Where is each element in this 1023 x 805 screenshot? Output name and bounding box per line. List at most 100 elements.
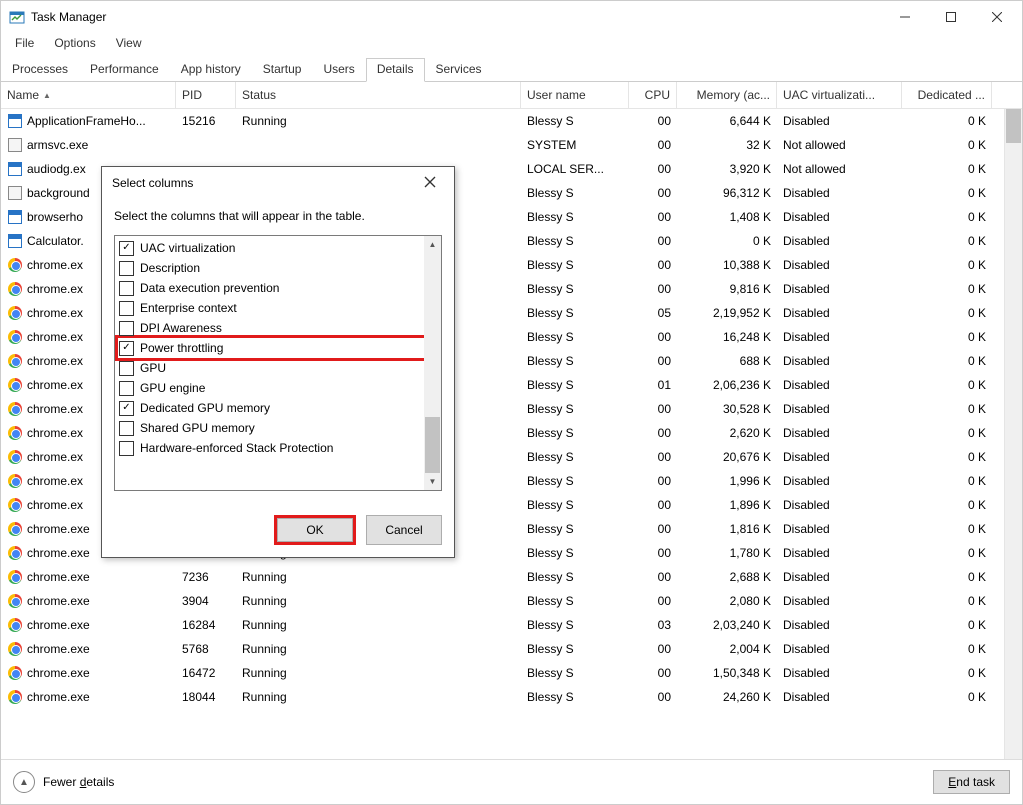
checkbox-icon[interactable] <box>119 421 134 436</box>
checkbox-icon[interactable] <box>119 441 134 456</box>
tab-details[interactable]: Details <box>366 58 425 82</box>
menu-view[interactable]: View <box>108 34 150 52</box>
column-option[interactable]: Dedicated GPU memory <box>115 398 441 418</box>
column-option-label: Enterprise context <box>140 301 237 315</box>
column-option[interactable]: Description <box>115 258 441 278</box>
cell-memory: 30,528 K <box>677 402 777 416</box>
menu-options[interactable]: Options <box>46 34 103 52</box>
cell-dedicated: 0 K <box>902 186 992 200</box>
cell-dedicated: 0 K <box>902 642 992 656</box>
cell-cpu: 00 <box>629 138 677 152</box>
header-cpu[interactable]: CPU <box>629 82 677 108</box>
process-name: chrome.ex <box>27 258 83 272</box>
checkbox-icon[interactable] <box>119 241 134 256</box>
process-icon <box>7 257 23 273</box>
cell-dedicated: 0 K <box>902 690 992 704</box>
cell-uac: Disabled <box>777 618 902 632</box>
cell-cpu: 00 <box>629 282 677 296</box>
cell-uac: Disabled <box>777 258 902 272</box>
minimize-button[interactable] <box>882 1 928 33</box>
cell-memory: 0 K <box>677 234 777 248</box>
header-memory[interactable]: Memory (ac... <box>677 82 777 108</box>
fewer-details-button[interactable]: ▲ Fewer details <box>13 771 114 793</box>
checkbox-icon[interactable] <box>119 301 134 316</box>
header-name[interactable]: Name▲ <box>1 82 176 108</box>
tab-processes[interactable]: Processes <box>1 58 79 82</box>
cell-dedicated: 0 K <box>902 138 992 152</box>
tab-performance[interactable]: Performance <box>79 58 170 82</box>
cell-user: Blessy S <box>521 570 629 584</box>
scroll-up-arrow-icon[interactable]: ▲ <box>424 236 441 253</box>
maximize-button[interactable] <box>928 1 974 33</box>
cell-cpu: 00 <box>629 546 677 560</box>
columns-listbox[interactable]: UAC virtualizationDescription Data execut… <box>114 235 442 491</box>
cell-user: Blessy S <box>521 642 629 656</box>
menu-file[interactable]: File <box>7 34 42 52</box>
cancel-button[interactable]: Cancel <box>366 515 442 545</box>
tab-users[interactable]: Users <box>312 58 365 82</box>
column-option[interactable]: Hardware-enforced Stack Protection <box>115 438 441 458</box>
checkbox-icon[interactable] <box>119 361 134 376</box>
table-row[interactable]: armsvc.exeSYSTEM0032 KNot allowed0 K <box>1 133 1022 157</box>
checkbox-icon[interactable] <box>119 321 134 336</box>
close-button[interactable] <box>974 1 1020 33</box>
tab-startup[interactable]: Startup <box>252 58 313 82</box>
column-option[interactable]: GPU engine <box>115 378 441 398</box>
tab-app-history[interactable]: App history <box>170 58 252 82</box>
header-user[interactable]: User name <box>521 82 629 108</box>
cell-cpu: 00 <box>629 642 677 656</box>
cell-uac: Disabled <box>777 690 902 704</box>
listbox-scroll-thumb[interactable] <box>425 417 440 473</box>
cell-dedicated: 0 K <box>902 282 992 296</box>
cell-memory: 1,780 K <box>677 546 777 560</box>
header-uac[interactable]: UAC virtualizati... <box>777 82 902 108</box>
header-dedicated[interactable]: Dedicated ... <box>902 82 992 108</box>
cell-dedicated: 0 K <box>902 234 992 248</box>
cell-dedicated: 0 K <box>902 474 992 488</box>
cell-cpu: 00 <box>629 330 677 344</box>
scroll-thumb[interactable] <box>1006 109 1021 143</box>
cell-uac: Disabled <box>777 642 902 656</box>
column-option[interactable]: Enterprise context <box>115 298 441 318</box>
table-row[interactable]: ApplicationFrameHo...15216RunningBlessy … <box>1 109 1022 133</box>
cell-dedicated: 0 K <box>902 618 992 632</box>
cell-memory: 6,644 K <box>677 114 777 128</box>
ok-button[interactable]: OK <box>277 518 353 542</box>
table-row[interactable]: chrome.exe5768RunningBlessy S002,004 KDi… <box>1 637 1022 661</box>
cell-uac: Disabled <box>777 330 902 344</box>
cell-uac: Not allowed <box>777 162 902 176</box>
column-option[interactable]: Shared GPU memory <box>115 418 441 438</box>
table-row[interactable]: chrome.exe7236RunningBlessy S002,688 KDi… <box>1 565 1022 589</box>
cell-status: Running <box>236 114 521 128</box>
table-row[interactable]: chrome.exe18044RunningBlessy S0024,260 K… <box>1 685 1022 709</box>
cell-user: Blessy S <box>521 234 629 248</box>
checkbox-icon[interactable] <box>119 261 134 276</box>
vertical-scrollbar[interactable] <box>1004 109 1022 759</box>
column-option[interactable]: Data execution prevention <box>115 278 441 298</box>
checkbox-icon[interactable] <box>119 401 134 416</box>
header-status[interactable]: Status <box>236 82 521 108</box>
checkbox-icon[interactable] <box>119 281 134 296</box>
column-option[interactable]: UAC virtualization <box>115 238 441 258</box>
process-name: audiodg.ex <box>27 162 86 176</box>
cell-uac: Disabled <box>777 402 902 416</box>
checkbox-icon[interactable] <box>119 341 134 356</box>
cell-cpu: 00 <box>629 522 677 536</box>
listbox-scrollbar[interactable]: ▲ ▼ <box>424 236 441 490</box>
checkbox-icon[interactable] <box>119 381 134 396</box>
end-task-button[interactable]: End task <box>933 770 1010 794</box>
tab-services[interactable]: Services <box>425 58 493 82</box>
cell-memory: 2,620 K <box>677 426 777 440</box>
scroll-down-arrow-icon[interactable]: ▼ <box>424 473 441 490</box>
table-row[interactable]: chrome.exe16284RunningBlessy S032,03,240… <box>1 613 1022 637</box>
dialog-close-button[interactable] <box>416 171 444 195</box>
cell-dedicated: 0 K <box>902 498 992 512</box>
column-option[interactable]: GPU <box>115 358 441 378</box>
process-name: chrome.ex <box>27 402 83 416</box>
column-option-label: Data execution prevention <box>140 281 279 295</box>
header-pid[interactable]: PID <box>176 82 236 108</box>
table-row[interactable]: chrome.exe3904RunningBlessy S002,080 KDi… <box>1 589 1022 613</box>
table-row[interactable]: chrome.exe16472RunningBlessy S001,50,348… <box>1 661 1022 685</box>
cell-cpu: 03 <box>629 618 677 632</box>
process-name: chrome.ex <box>27 282 83 296</box>
